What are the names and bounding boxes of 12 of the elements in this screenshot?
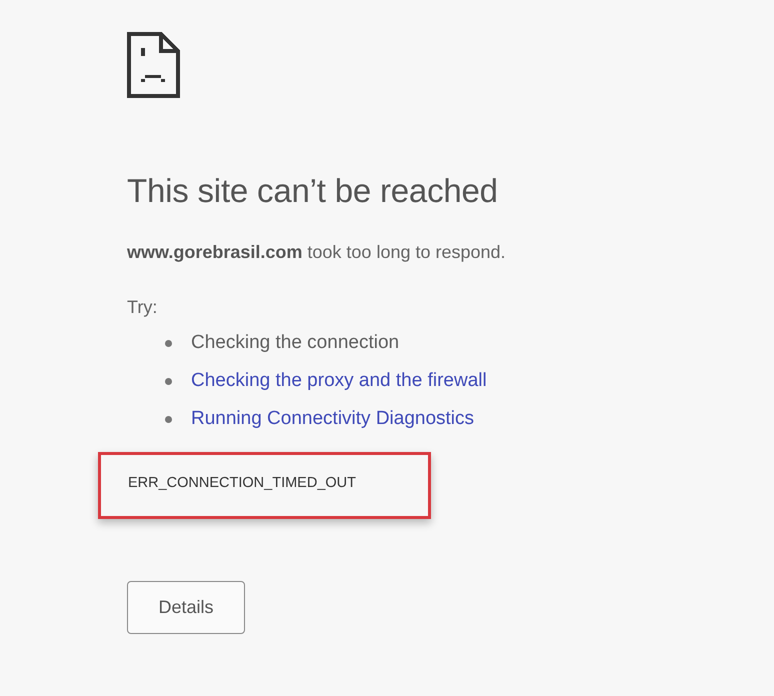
- error-message: www.gorebrasil.com took too long to respond.: [127, 242, 506, 263]
- error-heading: This site can’t be reached: [127, 172, 498, 210]
- bullet-icon: [165, 416, 172, 422]
- error-code: ERR_CONNECTION_TIMED_OUT: [128, 475, 356, 491]
- sad-page-icon: [127, 32, 180, 98]
- suggestions-intro: Try:: [127, 297, 158, 318]
- bullet-icon: [165, 340, 172, 346]
- suggestion-link[interactable]: Running Connectivity Diagnostics: [191, 408, 474, 430]
- bullet-icon: [165, 378, 172, 384]
- suggestion-link[interactable]: Checking the proxy and the firewall: [191, 370, 487, 392]
- suggestion-text: Checking the connection: [191, 332, 400, 354]
- details-button[interactable]: Details: [127, 581, 245, 634]
